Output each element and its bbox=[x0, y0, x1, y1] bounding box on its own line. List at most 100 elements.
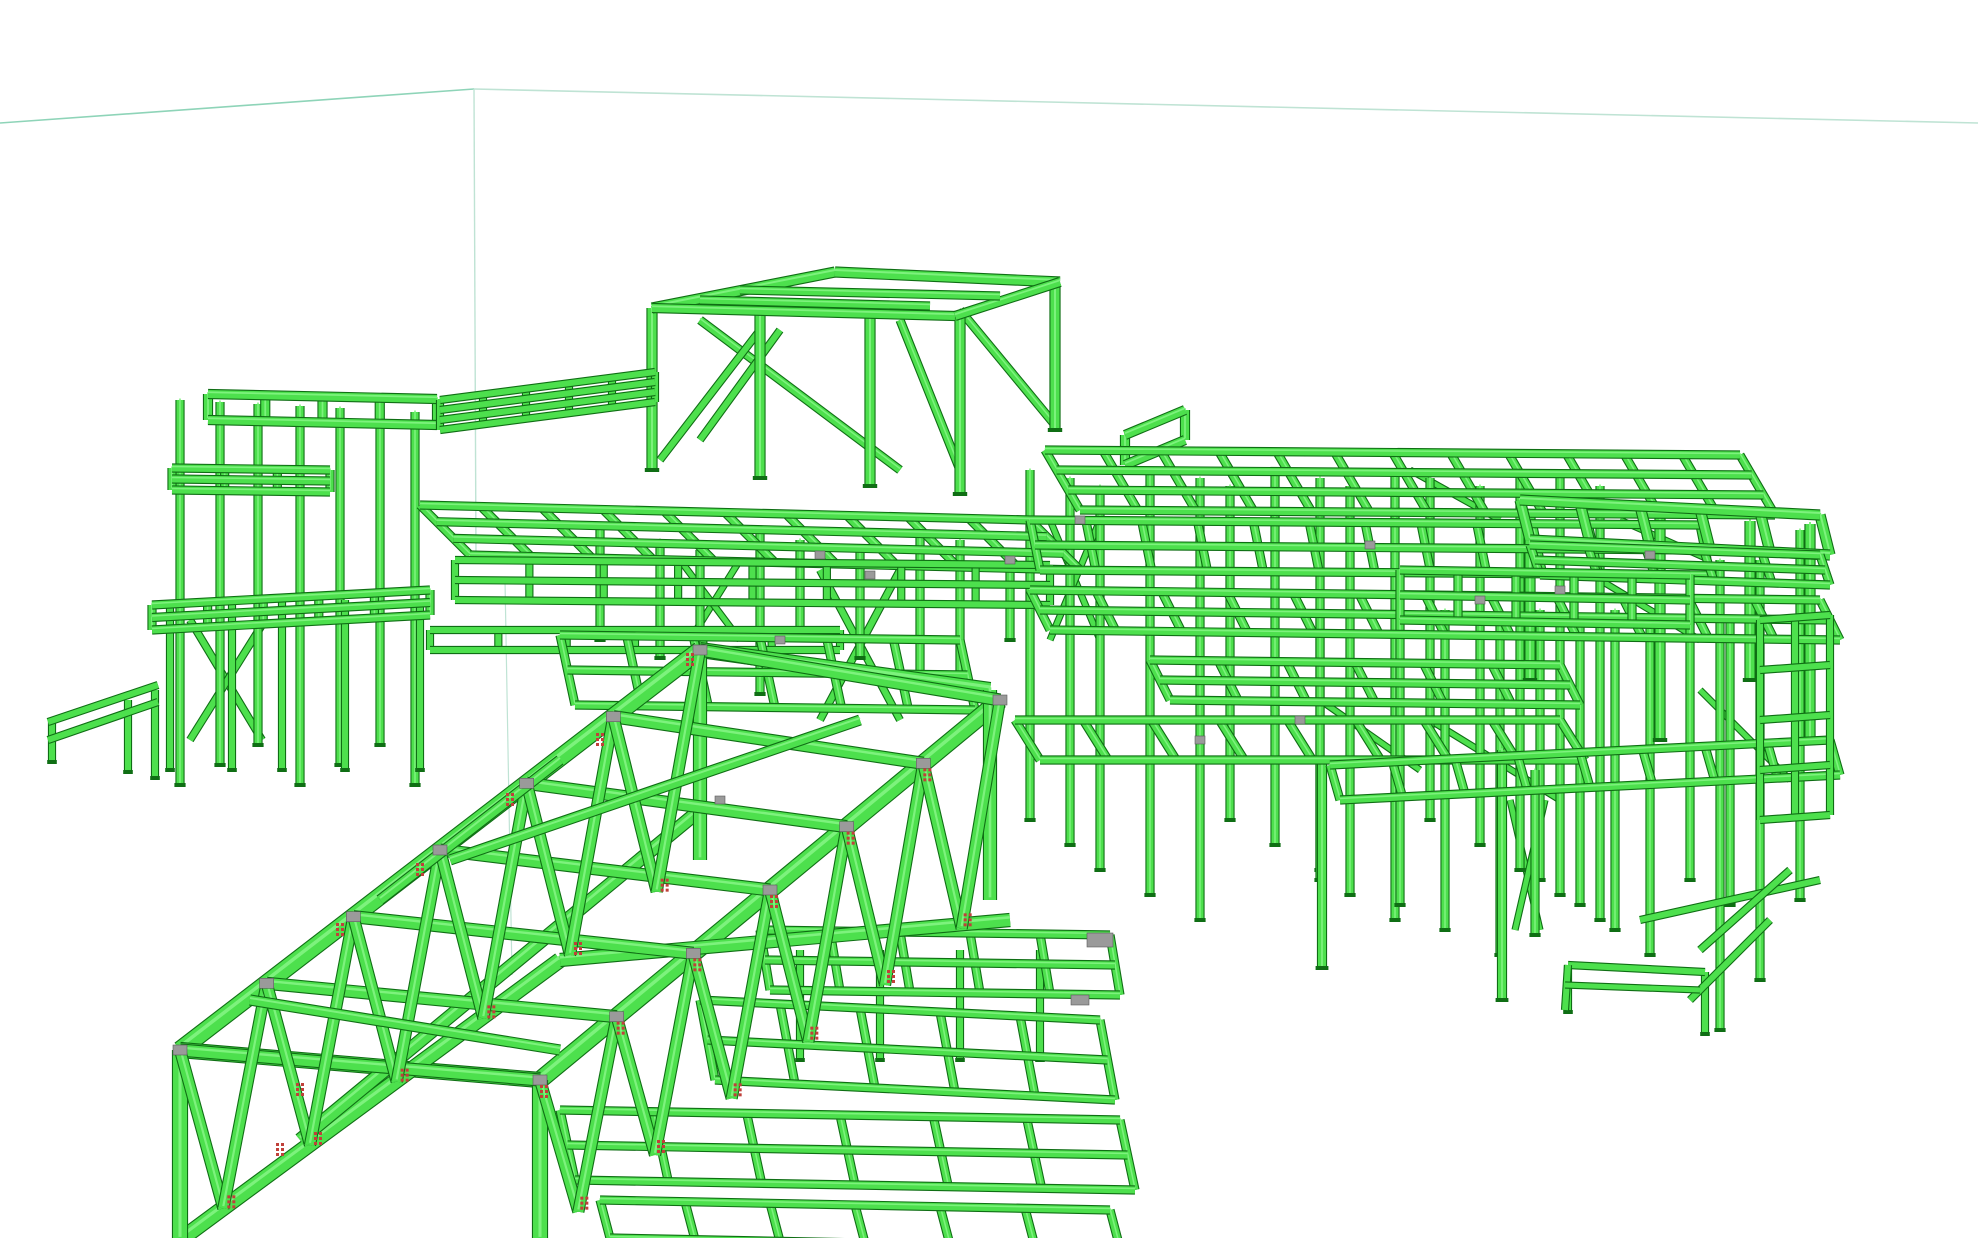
bolt bbox=[301, 1083, 304, 1086]
column-base-plate bbox=[1652, 738, 1668, 742]
bolt bbox=[892, 980, 895, 983]
bolt bbox=[416, 863, 419, 866]
steel-beam bbox=[707, 1036, 1108, 1064]
bolt bbox=[616, 1031, 620, 1035]
column-base-plate bbox=[1394, 903, 1406, 907]
truss-chord-flange bbox=[353, 913, 694, 953]
bolt bbox=[928, 778, 932, 782]
column-base-plate bbox=[227, 768, 237, 772]
bolt bbox=[846, 836, 850, 840]
bolt bbox=[580, 1206, 584, 1210]
column-base-plate bbox=[374, 743, 386, 747]
bolt bbox=[693, 958, 697, 962]
steel-beam-flange bbox=[602, 507, 654, 559]
bolt bbox=[810, 1036, 814, 1040]
bolt bbox=[421, 868, 424, 871]
bolt bbox=[887, 975, 890, 978]
steel-beam-flange bbox=[663, 508, 715, 561]
steel-beam-flange bbox=[724, 510, 776, 562]
bolt bbox=[968, 918, 972, 922]
connection-plate bbox=[1554, 585, 1566, 595]
bolt bbox=[296, 1088, 299, 1091]
bolt bbox=[506, 793, 509, 796]
bolt bbox=[511, 798, 514, 801]
bolt bbox=[923, 773, 927, 777]
bolt bbox=[698, 963, 702, 967]
bolt bbox=[657, 1140, 660, 1143]
bolt bbox=[770, 900, 773, 903]
steel-beam-flange bbox=[541, 505, 593, 558]
connection-plate bbox=[532, 1074, 548, 1086]
steel-beam bbox=[1123, 406, 1187, 439]
column-base-plate bbox=[955, 1058, 965, 1062]
steel-beam bbox=[783, 511, 839, 567]
grid-line bbox=[0, 88, 475, 124]
bolt bbox=[660, 883, 664, 887]
column-base-plate bbox=[1094, 868, 1106, 872]
column-base-plate bbox=[1269, 843, 1281, 847]
brace-member bbox=[657, 328, 763, 462]
bolt bbox=[657, 1150, 660, 1153]
bolt bbox=[693, 968, 697, 972]
bolt bbox=[319, 1132, 322, 1135]
bolt bbox=[232, 1200, 236, 1204]
bolt bbox=[851, 831, 855, 835]
bolt bbox=[341, 928, 344, 931]
bolt bbox=[733, 1093, 737, 1097]
column-base-plate bbox=[1194, 918, 1206, 922]
3d-model-viewport[interactable] bbox=[0, 0, 1978, 1238]
column-base-plate bbox=[252, 743, 264, 747]
column-base-plate bbox=[409, 783, 421, 787]
bolt bbox=[616, 1026, 620, 1030]
steel-beam-flange bbox=[1276, 449, 1313, 511]
bolt bbox=[296, 1083, 299, 1086]
grid-line bbox=[473, 88, 477, 561]
steel-structure-3d-view[interactable] bbox=[0, 0, 1978, 1238]
steel-beam bbox=[1148, 718, 1180, 762]
steel-beam bbox=[1215, 449, 1257, 514]
connection-plate bbox=[1086, 932, 1114, 948]
bolt bbox=[846, 831, 850, 835]
connection-plate bbox=[259, 978, 274, 989]
steel-beam bbox=[1698, 867, 1792, 953]
steel-beam bbox=[478, 504, 534, 559]
column-base-plate bbox=[1700, 1032, 1710, 1036]
connection-plate bbox=[692, 644, 708, 656]
connection-plate bbox=[814, 550, 826, 560]
bolt bbox=[775, 895, 778, 898]
steel-beam-flange bbox=[480, 504, 532, 556]
bolt bbox=[314, 1132, 317, 1135]
column-base-plate bbox=[654, 656, 666, 660]
steel-beam-flange bbox=[707, 1037, 1108, 1060]
brace-member-flange bbox=[899, 318, 961, 469]
column-base-plate bbox=[1439, 928, 1451, 932]
column-base-plate bbox=[1609, 928, 1621, 932]
connection-plate bbox=[774, 635, 786, 645]
bolt bbox=[540, 1085, 543, 1088]
bolt bbox=[487, 1015, 491, 1019]
column-base-plate bbox=[1644, 953, 1656, 957]
bolt bbox=[336, 923, 339, 926]
connection-plate bbox=[1070, 994, 1090, 1006]
column-base-plate bbox=[1474, 843, 1486, 847]
column-base-plate bbox=[1495, 998, 1509, 1002]
bolt bbox=[281, 1153, 284, 1156]
steel-beam-flange bbox=[785, 511, 837, 564]
connection-plate bbox=[172, 1044, 188, 1056]
connection-plate bbox=[346, 911, 361, 922]
truss-chord bbox=[179, 1044, 541, 1086]
bolt bbox=[314, 1142, 317, 1145]
column-base-plate bbox=[165, 768, 175, 772]
bolt bbox=[775, 905, 778, 908]
bolt bbox=[815, 1031, 819, 1035]
bolt bbox=[580, 1201, 584, 1205]
bolt bbox=[301, 1093, 304, 1096]
column-base-plate bbox=[214, 763, 226, 767]
bolt bbox=[665, 878, 669, 882]
connection-plate bbox=[864, 570, 876, 580]
steel-beam bbox=[574, 1176, 1136, 1194]
bolt bbox=[963, 913, 967, 917]
steel-beam bbox=[661, 508, 717, 564]
bolt bbox=[506, 798, 509, 801]
bolt bbox=[770, 895, 773, 898]
